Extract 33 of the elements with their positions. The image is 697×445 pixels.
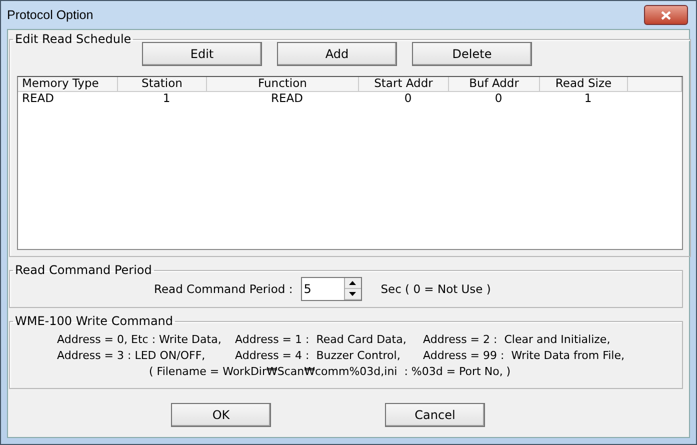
schedule-button[interactable]: Delete — [412, 42, 532, 66]
dialog-button[interactable]: Cancel — [385, 403, 485, 427]
period-note: Sec ( 0 = Not Use ) — [380, 282, 491, 296]
column-header[interactable]: Buf Addr — [449, 77, 540, 91]
column-header[interactable]: Start Addr — [359, 77, 449, 91]
command-text: Address = 3 : LED ON/OFF, — [57, 348, 206, 364]
command-text: ( Filename = WorkDir₩Scan₩comm%03d,ini : %03d = Port No, ) — [149, 365, 511, 378]
table-cell: 0 — [494, 91, 502, 105]
table-cell: 1 — [162, 91, 170, 105]
dialog-button[interactable]: OK — [171, 403, 271, 427]
table-cell: 0 — [404, 91, 412, 105]
period-label: Read Command Period : — [154, 282, 293, 296]
command-text: Address = 2 : Clear and Initialize, — [423, 332, 612, 348]
column-header[interactable]: Read Size — [540, 77, 628, 91]
command-text: Address = 0, Etc : Write Data, — [57, 332, 222, 348]
group-title: WME-100 Write Command — [14, 314, 174, 328]
column-header[interactable]: Station — [118, 77, 207, 91]
schedule-button[interactable]: Edit — [142, 42, 262, 66]
table-cell: 1 — [584, 91, 592, 105]
command-text: Address = 1 : Read Card Data, — [235, 332, 408, 348]
window-title: Protocol Option — [7, 8, 94, 22]
schedule-button[interactable]: Add — [277, 42, 397, 66]
close-icon — [661, 10, 671, 20]
command-text: Address = 4 : Buzzer Control, — [235, 348, 402, 364]
column-header[interactable]: Memory Type — [18, 77, 118, 91]
group-title: Read Command Period — [14, 263, 153, 277]
group-title: Edit Read Schedule — [14, 32, 132, 46]
table-cell: READ — [22, 91, 54, 105]
column-header[interactable]: Function — [207, 77, 359, 91]
table-cell: READ — [271, 91, 303, 105]
close-button[interactable] — [644, 5, 688, 25]
schedule-list[interactable]: Memory Type Station Function Start Addr Buf Addr Read Size READ 1 READ 0 0 1 — [17, 76, 683, 250]
command-text: Address = 99 : Write Data from File, — [423, 348, 626, 364]
